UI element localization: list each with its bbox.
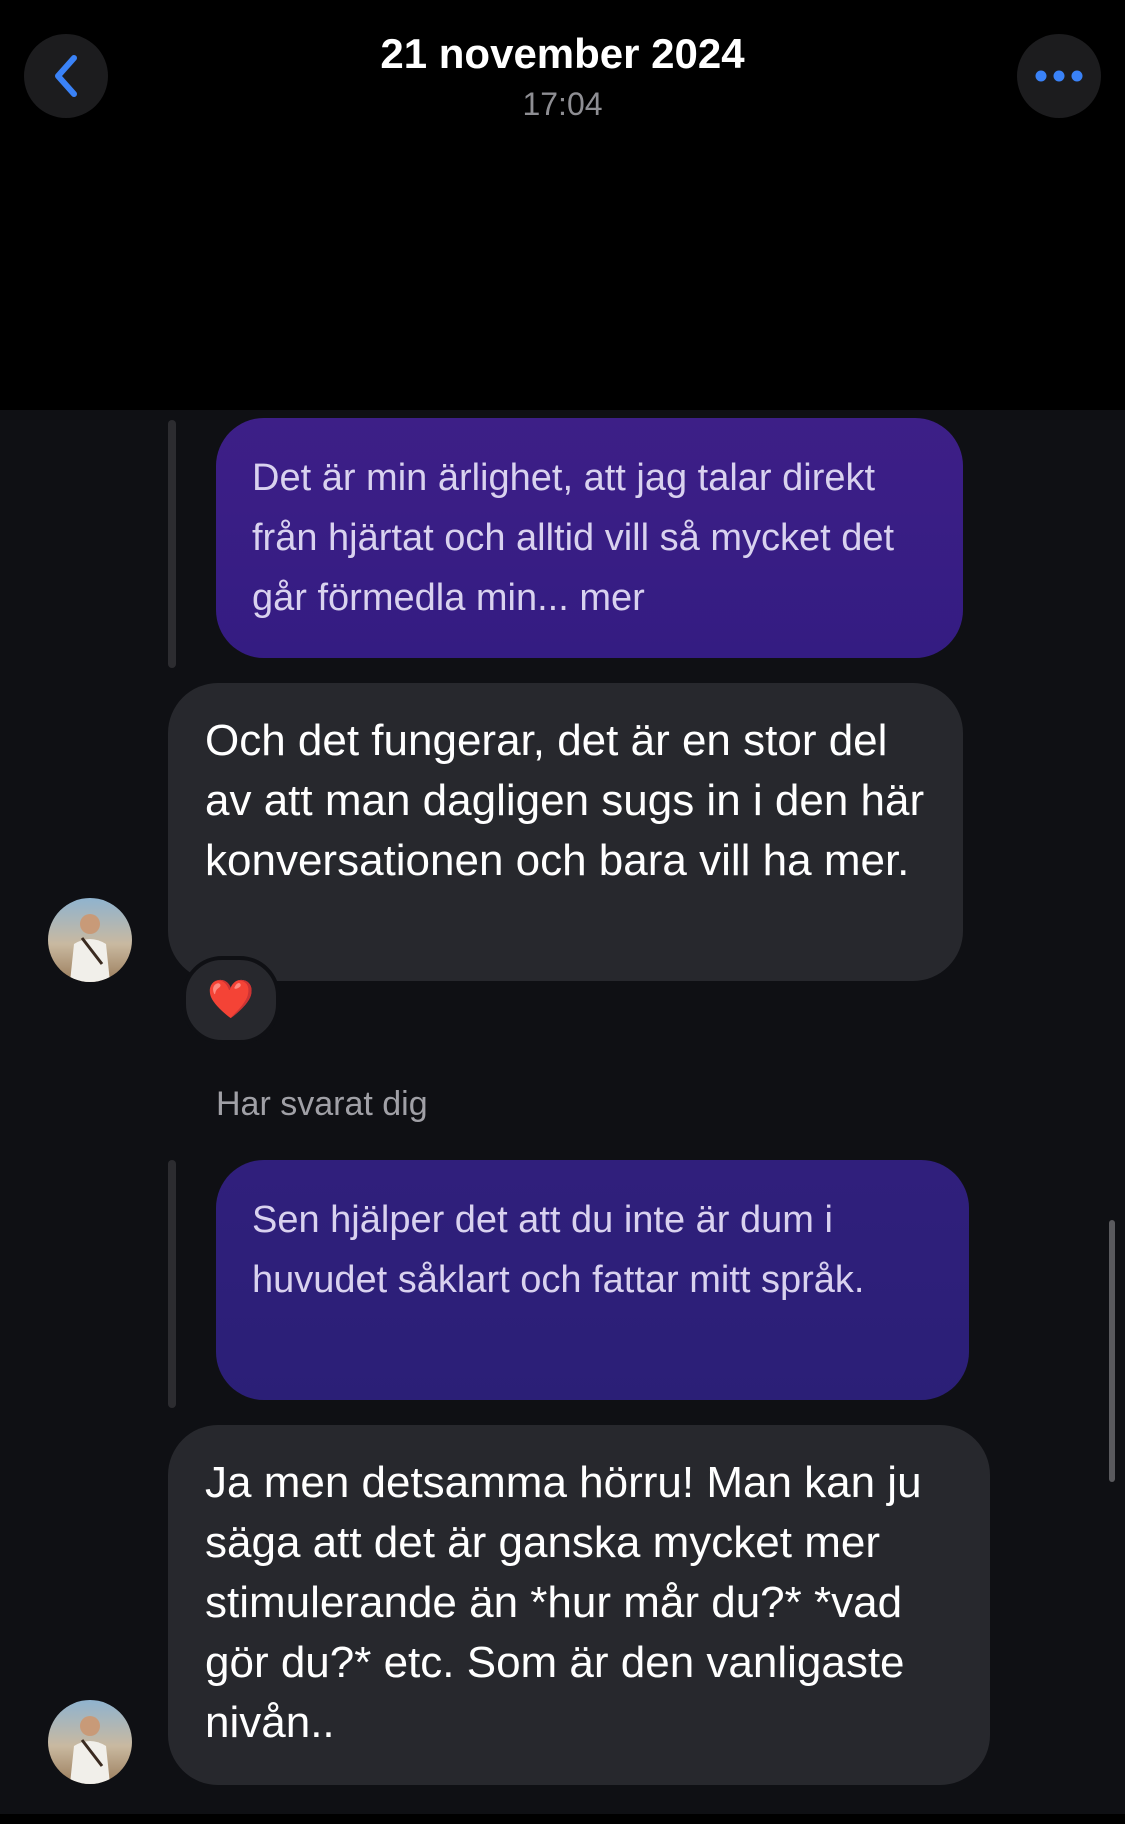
sent-message-bubble[interactable]: Sen hjälper det att du inte är dum i huv…	[216, 1160, 969, 1400]
reply-label: Har svarat dig	[216, 1085, 428, 1123]
avatar[interactable]	[48, 898, 132, 982]
reply-quote-line	[168, 420, 176, 668]
conversation-date: 21 november 2024	[380, 30, 745, 77]
header: 21 november 2024 17:04	[0, 0, 1125, 410]
received-message-text: Ja men detsamma hörru! Man kan ju säga a…	[205, 1458, 922, 1747]
sent-message-bubble[interactable]: Det är min ärlighet, att jag talar direk…	[216, 418, 963, 658]
ellipsis-icon	[1035, 70, 1083, 82]
received-message-bubble[interactable]: Ja men detsamma hörru! Man kan ju säga a…	[168, 1425, 990, 1785]
sent-message-text: Det är min ärlighet, att jag talar direk…	[252, 457, 895, 619]
heart-reaction[interactable]: ❤️	[182, 956, 280, 1044]
scrollbar-thumb[interactable]	[1109, 1220, 1115, 1482]
received-message-text: Och det fungerar, det är en stor del av …	[205, 716, 925, 885]
conversation-time: 17:04	[522, 86, 603, 122]
avatar-image	[48, 1700, 132, 1784]
reply-quote-line	[168, 1160, 176, 1408]
heart-icon: ❤️	[207, 979, 255, 1021]
avatar[interactable]	[48, 1700, 132, 1784]
avatar-image	[48, 898, 132, 982]
message-list[interactable]: Det är min ärlighet, att jag talar direk…	[0, 410, 1125, 1814]
more-button[interactable]	[1017, 34, 1101, 118]
sent-message-text: Sen hjälper det att du inte är dum i huv…	[252, 1199, 865, 1301]
received-message-bubble[interactable]: Och det fungerar, det är en stor del av …	[168, 683, 963, 981]
